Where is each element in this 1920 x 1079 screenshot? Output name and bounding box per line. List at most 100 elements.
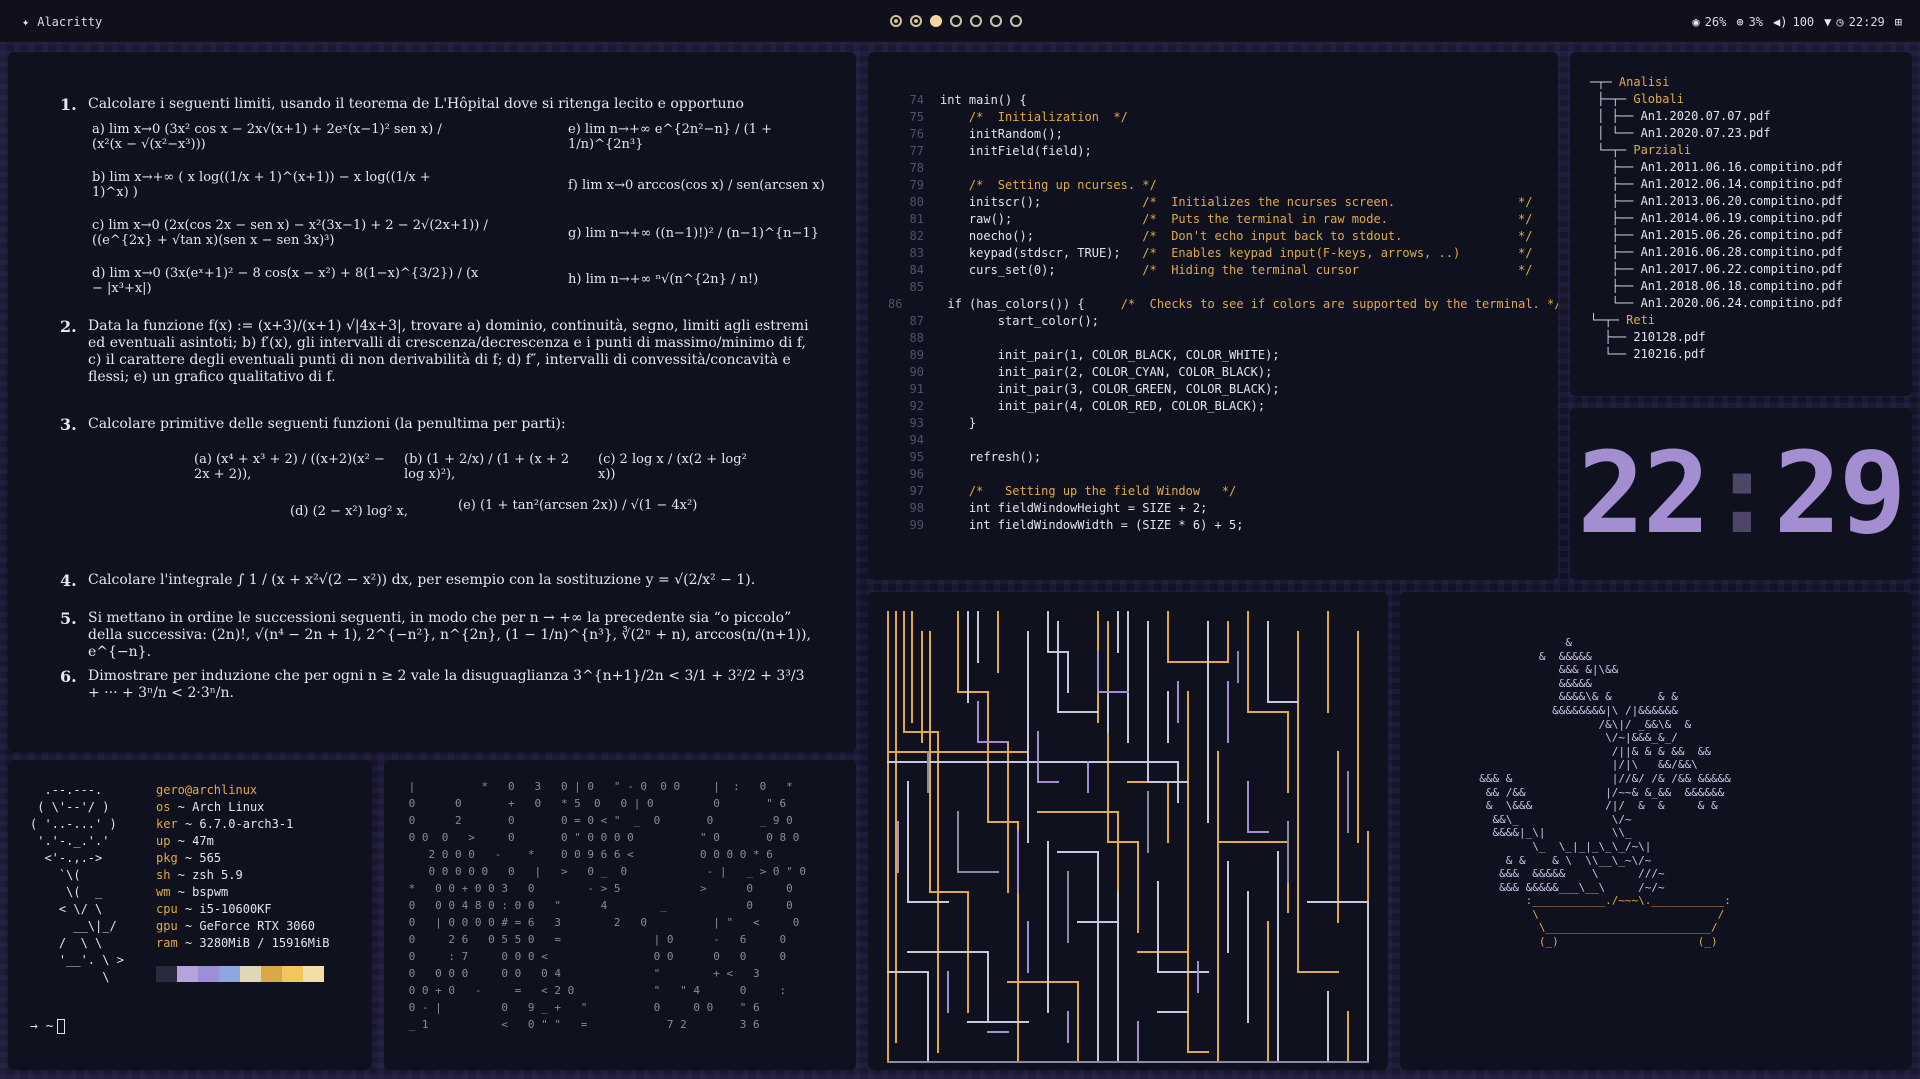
question-text: Calcolare l'integrale ∫ 1 / (x + x²√(2 −…: [88, 572, 756, 588]
workspace-4[interactable]: [950, 15, 962, 27]
clock-minutes: 29: [1773, 429, 1907, 559]
tree-label: An1.2018.06.18.compitino.pdf: [1640, 279, 1843, 293]
line-text: init_pair(4, COLOR_RED, COLOR_BLACK);: [940, 399, 1266, 413]
tree-file[interactable]: ├── An1.2011.06.16.compitino.pdf: [1590, 159, 1912, 176]
clock-status[interactable]: ▼ ◷ 22:29: [1824, 15, 1885, 29]
volume-status[interactable]: ◀) 100: [1773, 15, 1814, 29]
info-key: sh: [156, 868, 171, 882]
bonsai-terminal-pane[interactable]: & & &&&&& &&& &|\&& &&&&& &&&&\& & & & &…: [1400, 592, 1912, 1070]
question-text: Calcolare primitive delle seguenti funzi…: [88, 416, 566, 432]
tree-file[interactable]: │ ├── An1.2020.07.07.pdf: [1590, 108, 1912, 125]
code-line: 80 initscr(); /* Initializes the ncurses…: [888, 194, 1558, 211]
line-text: initRandom();: [940, 127, 1063, 141]
question-4: 4. Calcolare l'integrale ∫ 1 / (x + x²√(…: [60, 572, 818, 589]
tree-file[interactable]: ├── An1.2016.06.28.compitino.pdf: [1590, 244, 1912, 261]
tree-file[interactable]: ├── An1.2015.06.26.compitino.pdf: [1590, 227, 1912, 244]
line-text: int fieldWindowWidth = (SIZE * 6) + 5;: [940, 518, 1244, 532]
color-block: [303, 966, 324, 982]
code-editor-pane[interactable]: 74 int main() {75 /* Initialization */76 …: [868, 52, 1558, 580]
cpu-value: 26%: [1704, 15, 1727, 29]
question-6: 6. Dimostrare per induzione che per ogni…: [60, 668, 818, 702]
tree-file[interactable]: ├── An1.2018.06.18.compitino.pdf: [1590, 278, 1912, 295]
info-separator: ~: [177, 936, 200, 950]
line-text: raw(); /* Puts the terminal in raw mode.…: [940, 212, 1533, 226]
shell-prompt[interactable]: → ~: [30, 1018, 66, 1035]
info-separator: ~: [177, 919, 200, 933]
line-text: refresh();: [940, 450, 1042, 464]
tree-branch: │ └──: [1590, 126, 1641, 140]
line-text: int main() {: [940, 93, 1027, 107]
code-line: 77 initField(field);: [888, 143, 1558, 160]
tree-file[interactable]: ├── 210128.pdf: [1590, 329, 1912, 346]
tree-label: 210216.pdf: [1633, 347, 1706, 361]
network-status[interactable]: ⊕ 3%: [1736, 15, 1763, 29]
info-key: ker: [156, 817, 178, 831]
system-info: gero@archlinux os ~ Arch Linux ker ~ 6.7.…: [156, 782, 329, 952]
line-number: 78: [909, 161, 924, 175]
tree-branch: ├──: [1590, 194, 1641, 208]
limit-h: h) lim n→+∞ ⁿ√(n^{2n} / n!): [568, 272, 759, 287]
line-number: 74: [909, 93, 924, 107]
code-line: 78: [888, 160, 1558, 177]
wifi-icon: ▼: [1824, 15, 1832, 29]
code-line: 88: [888, 330, 1558, 347]
tree-folder[interactable]: └─┬─ Parziali: [1590, 142, 1912, 159]
tree-folder[interactable]: ├─┬─ Globali: [1590, 91, 1912, 108]
code-line: 86 if (has_colors()) { /* Checks to see …: [888, 296, 1558, 313]
color-swatch: [156, 966, 324, 982]
fetch-terminal-pane[interactable]: .--.---. ( \'--'/ ) ( '..-...' ) '.'-._.…: [8, 760, 372, 1070]
tree-label: An1.2012.06.14.compitino.pdf: [1640, 177, 1843, 191]
tree-branch: ├─┬─: [1590, 92, 1634, 106]
file-tree-pane[interactable]: ─┬─ Analisi ├─┬─ Globali │ ├── An1.2020.…: [1570, 52, 1912, 396]
code-line: 81 raw(); /* Puts the terminal in raw mo…: [888, 211, 1558, 228]
line-text: init_pair(2, COLOR_CYAN, COLOR_BLACK);: [940, 365, 1273, 379]
clock-separator: :: [1708, 429, 1775, 559]
tree-file[interactable]: ├── An1.2014.06.19.compitino.pdf: [1590, 210, 1912, 227]
info-value: 47m: [192, 834, 214, 848]
workspace-6[interactable]: [990, 15, 1002, 27]
tree-file[interactable]: ├── An1.2013.06.20.compitino.pdf: [1590, 193, 1912, 210]
matrix-terminal-pane[interactable]: | * 0 3 0 | 0 " - 0 0 0 | : 0 * 0 0 + 0 …: [384, 760, 856, 1070]
code-line: 98 int fieldWindowHeight = SIZE + 2;: [888, 500, 1558, 517]
tree-file[interactable]: └── 210216.pdf: [1590, 346, 1912, 363]
limit-d: d) lim x→0 (3x(eˣ+1)² − 8 cos(x − x²) + …: [92, 266, 479, 296]
matrix-row: * 0 0 + 0 0 3 0 - > 5 > 0 0: [402, 882, 793, 895]
tree-file[interactable]: └── An1.2020.06.24.compitino.pdf: [1590, 295, 1912, 312]
question-number: 4.: [60, 571, 77, 590]
code-line: 93 }: [888, 415, 1558, 432]
workspace-3[interactable]: [930, 15, 942, 27]
workspace-2[interactable]: [910, 15, 922, 27]
code-line: 90 init_pair(2, COLOR_CYAN, COLOR_BLACK)…: [888, 364, 1558, 381]
info-row: wm ~ bspwm: [156, 884, 329, 901]
tree-branch: │ ├──: [1590, 109, 1641, 123]
pdf-viewer-pane[interactable]: 1. Calcolare i seguenti limiti, usando i…: [8, 52, 856, 752]
question-number: 1.: [60, 95, 77, 114]
sparkle-icon: ✦: [22, 15, 30, 29]
matrix-row: _ 1 < 0 " " = 7 2 3 6: [402, 1018, 760, 1031]
tree-folder[interactable]: └─┬─ Reti: [1590, 312, 1912, 329]
info-key: cpu: [156, 902, 178, 916]
status-area: ◉ 26% ⊕ 3% ◀) 100 ▼ ◷ 22:29 ⊞: [1692, 15, 1902, 29]
tree-label: Globali: [1633, 92, 1684, 106]
layout-icon[interactable]: ⊞: [1895, 16, 1902, 28]
code-line: 99 int fieldWindowWidth = (SIZE * 6) + 5…: [888, 517, 1558, 534]
clock-hours: 22: [1577, 429, 1710, 559]
info-key: os: [156, 800, 171, 814]
tree-file[interactable]: │ └── An1.2020.07.23.pdf: [1590, 125, 1912, 142]
tree-file[interactable]: ├── An1.2012.06.14.compitino.pdf: [1590, 176, 1912, 193]
matrix-rain: | * 0 3 0 | 0 " - 0 0 0 | : 0 * 0 0 + 0 …: [402, 778, 856, 1033]
tree-file[interactable]: ├── An1.2017.06.22.compitino.pdf: [1590, 261, 1912, 278]
tree-folder[interactable]: ─┬─ Analisi: [1590, 74, 1912, 91]
pipes-terminal-pane[interactable]: [868, 592, 1388, 1070]
tree-label: An1.2011.06.16.compitino.pdf: [1640, 160, 1843, 174]
color-block: [240, 966, 261, 982]
workspace-7[interactable]: [1010, 15, 1022, 27]
clock-value: 22:29: [1848, 15, 1885, 29]
network-value: 3%: [1748, 15, 1764, 29]
clock-pane: 22:29: [1570, 408, 1912, 580]
tree-label: An1.2017.06.22.compitino.pdf: [1640, 262, 1843, 276]
workspace-1[interactable]: [890, 15, 902, 27]
cpu-status[interactable]: ◉ 26%: [1692, 15, 1726, 29]
limit-a: a) lim x→0 (3x² cos x − 2x√(x+1) + 2eˣ(x…: [92, 122, 442, 152]
workspace-5[interactable]: [970, 15, 982, 27]
